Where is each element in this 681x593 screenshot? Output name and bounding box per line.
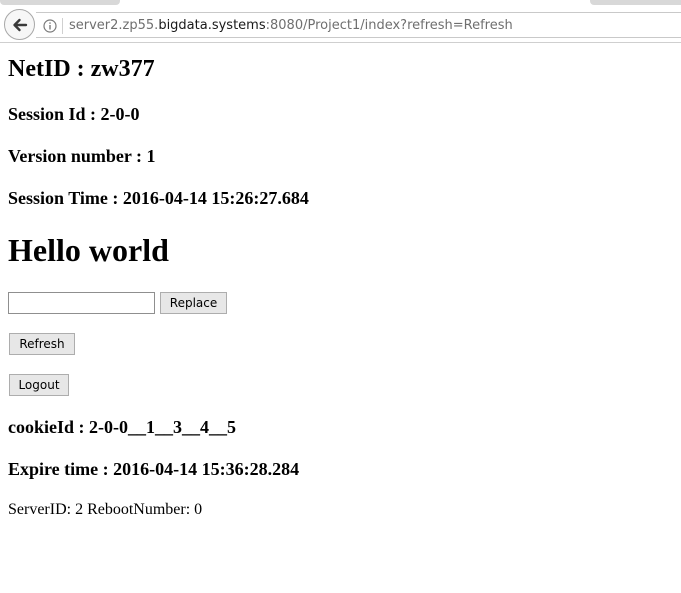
back-button[interactable] — [4, 9, 35, 40]
session-id-heading: Session Id : 2-0-0 — [8, 104, 140, 124]
tab-left[interactable] — [0, 0, 120, 5]
info-icon[interactable] — [43, 19, 57, 33]
url-domain: bigdata.systems — [158, 18, 266, 33]
url-text[interactable]: server2.zp55.bigdata.systems:8080/Projec… — [69, 18, 513, 34]
cookie-id-heading: cookieId : 2-0-0__1__3__4__5 — [8, 417, 236, 437]
netid-heading: NetID : zw377 — [8, 56, 155, 82]
url-suffix: :8080/Project1/index?refresh=Refresh — [265, 18, 513, 33]
navigation-bar: server2.zp55.bigdata.systems:8080/Projec… — [0, 8, 681, 43]
expire-time-heading: Expire time : 2016-04-14 15:36:28.284 — [8, 459, 300, 479]
replace-button[interactable]: Replace — [160, 292, 227, 314]
logout-button[interactable]: Logout — [9, 374, 69, 396]
replace-message-input[interactable] — [8, 292, 155, 314]
session-time-heading: Session Time : 2016-04-14 15:26:27.684 — [8, 188, 309, 208]
url-prefix: server2.zp55. — [69, 18, 159, 33]
refresh-button[interactable]: Refresh — [9, 333, 75, 355]
server-info: ServerID: 2 RebootNumber: 0 — [8, 501, 203, 518]
tab-strip — [0, 0, 681, 8]
browser-chrome: server2.zp55.bigdata.systems:8080/Projec… — [0, 0, 681, 44]
tab-right[interactable] — [590, 0, 681, 5]
version-number-heading: Version number : 1 — [8, 146, 156, 166]
url-separator — [62, 18, 63, 34]
back-arrow-icon — [13, 18, 28, 32]
greeting-message: Hello world — [8, 232, 169, 268]
